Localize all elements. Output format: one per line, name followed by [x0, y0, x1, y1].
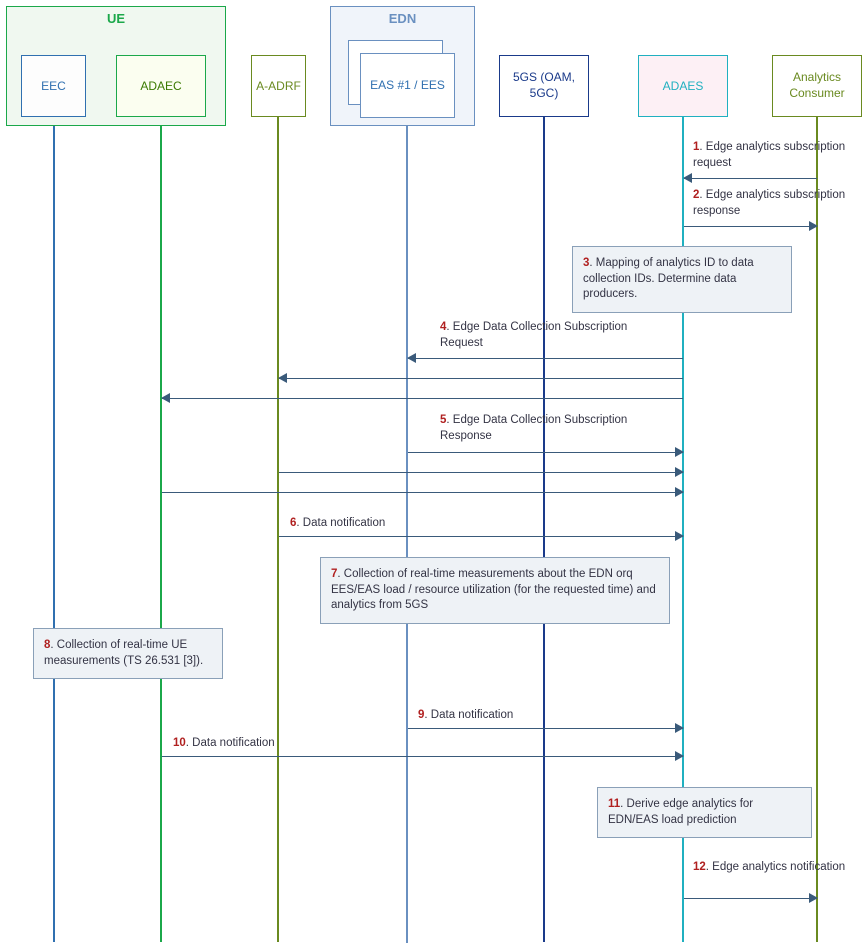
- msg-9-arrow: [408, 728, 683, 729]
- note-3: 3. Mapping of analytics ID to data colle…: [572, 246, 792, 313]
- lifeline-eas: [406, 118, 408, 943]
- participant-adaes: ADAES: [638, 55, 728, 117]
- participant-eec: EEC: [21, 55, 86, 117]
- msg-1-arrow: [684, 178, 817, 179]
- msg-5-arrow-adrf: [279, 472, 683, 473]
- participant-eas: EAS #1 / EES: [360, 53, 455, 118]
- note-8: 8. Collection of real-time UE measuremen…: [33, 628, 223, 679]
- msg-4-arrow-adrf: [279, 378, 683, 379]
- lifeline-adaec: [160, 117, 162, 942]
- msg-4-arrow-eas: [408, 358, 683, 359]
- msg-6-arrow: [279, 536, 683, 537]
- msg-4-label: 4. Edge Data Collection Subscription Req…: [440, 320, 670, 351]
- msg-1-label: 1. Edge analytics subscription request: [693, 140, 848, 171]
- participant-5gs: 5GS (OAM, 5GC): [499, 55, 589, 117]
- msg-10-label: 10. Data notification: [173, 736, 275, 752]
- msg-6-label: 6. Data notification: [290, 516, 385, 532]
- edn-group-label: EDN: [331, 11, 474, 26]
- msg-5-arrow-adaec: [162, 492, 683, 493]
- lifeline-a-adrf: [277, 117, 279, 942]
- lifeline-eec: [53, 117, 55, 942]
- msg-2-label: 2. Edge analytics subscription response: [693, 188, 858, 219]
- participant-a-adrf: A-ADRF: [251, 55, 306, 117]
- msg-5-arrow-eas: [408, 452, 683, 453]
- msg-4-arrow-adaec: [162, 398, 683, 399]
- ue-group-label: UE: [7, 11, 225, 26]
- participant-adaec: ADAEC: [116, 55, 206, 117]
- lifeline-consumer: [816, 117, 818, 942]
- lifeline-5gs: [543, 117, 545, 942]
- msg-12-label: 12. Edge analytics notification: [693, 860, 848, 876]
- note-11: 11. Derive edge analytics for EDN/EAS lo…: [597, 787, 812, 838]
- msg-2-arrow: [684, 226, 817, 227]
- sequence-diagram: UE EEC ADAEC A-ADRF EDN EAS #1 / EES 5GS…: [0, 0, 865, 947]
- msg-12-arrow: [684, 898, 817, 899]
- msg-10-arrow: [162, 756, 683, 757]
- note-7: 7. Collection of real-time measurements …: [320, 557, 670, 624]
- participant-analytics-consumer: Analytics Consumer: [772, 55, 862, 117]
- msg-5-label: 5. Edge Data Collection Subscription Res…: [440, 413, 670, 444]
- msg-9-label: 9. Data notification: [418, 708, 513, 724]
